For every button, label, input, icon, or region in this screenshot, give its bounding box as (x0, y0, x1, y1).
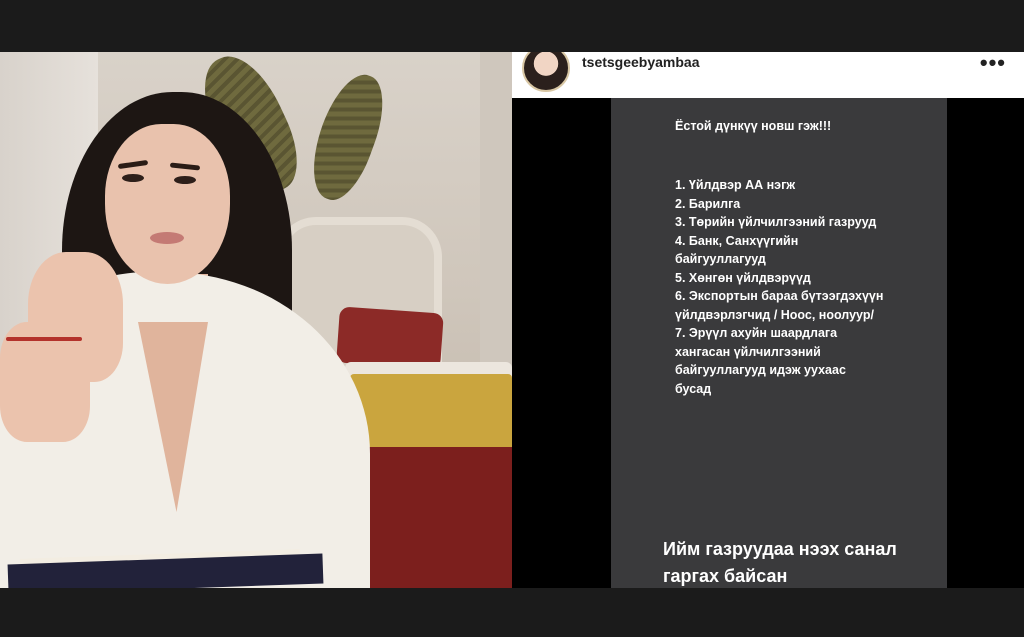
face (105, 124, 230, 284)
top-letterbox (0, 0, 1024, 52)
red-bracelet (6, 337, 82, 341)
profile-photo (0, 52, 512, 588)
list-item: 5. Хөнгөн үйлдвэрүүд (675, 270, 811, 285)
left-eye (122, 174, 144, 182)
story-card: Ёстой дүнкүү новш гэж!!! 1. Үйлдвэр АА н… (611, 98, 947, 588)
story-intro-text: Ёстой дүнкүү новш гэж!!! (675, 119, 832, 133)
bottom-letterbox (0, 588, 1024, 637)
lips (150, 232, 184, 244)
more-options-icon[interactable]: ••• (980, 52, 1006, 76)
list-item: 1. Үйлдвэр АА нэгж (675, 178, 796, 192)
list-item: 4. Банк, Санхүүгийн байгууллагууд (675, 233, 799, 267)
list-item: 6. Экспортын бараа бүтээгдэхүүн үйлдвэрл… (675, 289, 884, 322)
wall-decor-feather-right (299, 66, 396, 208)
list-item: 2. Барилга (675, 196, 741, 211)
username[interactable]: tsetsgeebyambaa (582, 54, 700, 70)
hand (28, 252, 123, 382)
post-header: tsetsgeebyambaa ••• (512, 52, 1024, 98)
user-avatar[interactable] (522, 52, 570, 92)
red-pillow (336, 306, 444, 370)
list-item: 3. Төрийн үйлчилгээний газрууд (675, 215, 877, 229)
instagram-story: tsetsgeebyambaa ••• Ёстой дүнкүү новш гэ… (512, 52, 1024, 588)
list-item: 7. Эрүүл ахуйн шаардлага хангасан үйлчил… (675, 326, 846, 396)
story-footer-text: Ийм газруудаа нээх санал гаргах байсан (663, 539, 897, 586)
right-eye (174, 176, 196, 184)
story-list: 1. Үйлдвэр АА нэгж 2. Барилга 3. Төрийн … (675, 176, 885, 398)
red-bedspread (352, 447, 512, 588)
